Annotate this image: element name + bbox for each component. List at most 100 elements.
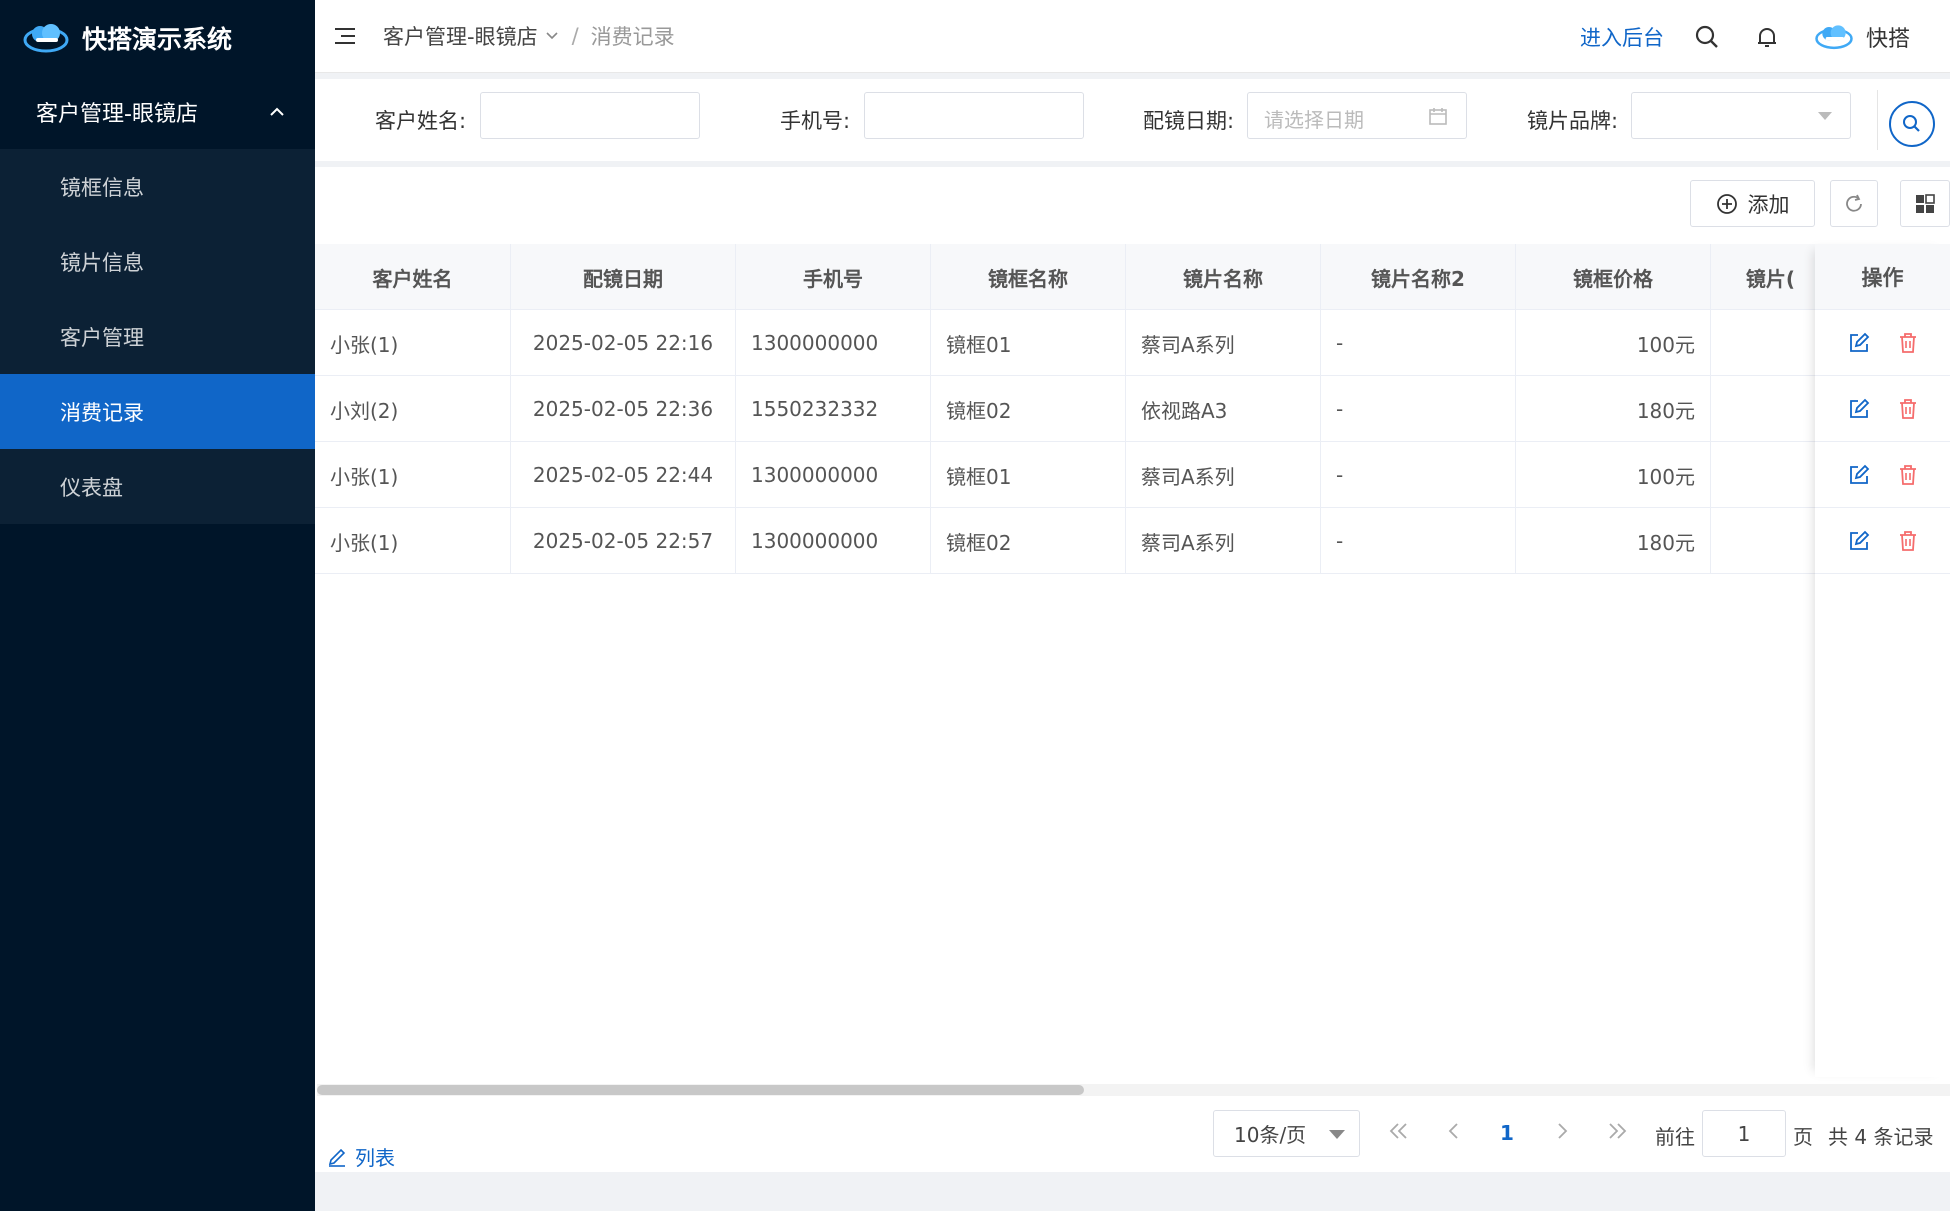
current-page[interactable]: 1 (1500, 1121, 1514, 1145)
column-settings-button[interactable] (1900, 180, 1950, 227)
user-menu[interactable]: 快搭 (1814, 21, 1910, 53)
edit-icon[interactable] (1848, 398, 1870, 420)
prev-page-icon[interactable] (1446, 1121, 1462, 1141)
filter-divider (1877, 90, 1878, 150)
page-size-value: 10条/页 (1234, 1123, 1307, 1147)
breadcrumb: 客户管理-眼镜店 / 消费记录 (383, 21, 675, 51)
sidebar-item-label: 镜片信息 (60, 250, 144, 275)
delete-icon[interactable] (1898, 398, 1918, 420)
grid-icon (1916, 193, 1935, 213)
avatar (1815, 24, 1853, 49)
cell-frame: 镜框02 (931, 376, 1126, 442)
table-row[interactable]: 小张(1) 2025-02-05 22:57 1300000000 镜框02 蔡… (315, 508, 1831, 574)
enter-admin-link[interactable]: 进入后台 (1580, 22, 1664, 52)
pencil-icon (328, 1148, 346, 1167)
column-header: 镜框价格 (1516, 244, 1711, 310)
cell-name: 小张(1) (315, 442, 511, 508)
cell-lens2: - (1321, 310, 1516, 376)
menu-group-label: 客户管理-眼镜店 (36, 102, 198, 127)
breadcrumb-item-glasses-store[interactable]: 客户管理-眼镜店 (383, 21, 538, 51)
sidebar-item-label: 客户管理 (60, 325, 144, 350)
phone-input[interactable] (864, 92, 1084, 139)
delete-icon[interactable] (1898, 332, 1918, 354)
pagination: 10条/页 1 前往 1 页 共 4 条记录 (315, 1107, 1950, 1167)
app-title: 快搭演示系统 (82, 24, 233, 54)
table-header: 客户姓名 配镜日期 手机号 镜框名称 镜片名称 镜片名称2 镜框价格 镜片( (315, 244, 1831, 310)
table-row[interactable]: 小张(1) 2025-02-05 22:16 1300000000 镜框01 蔡… (315, 310, 1831, 376)
search-icon[interactable] (1694, 24, 1720, 50)
table-row[interactable]: 小张(1) 2025-02-05 22:44 1300000000 镜框01 蔡… (315, 442, 1831, 508)
cell-name: 小张(1) (315, 508, 511, 574)
refresh-button[interactable] (1830, 180, 1878, 227)
scrollbar-thumb[interactable] (317, 1085, 1084, 1095)
cloud-logo-icon (23, 23, 69, 52)
table-panel: 添加 客户姓名 配镜日期 手机号 镜框名称 镜片名称 镜片名称2 镜框价格 镜片… (315, 167, 1950, 1172)
row-actions (1815, 310, 1950, 376)
goto-page-input[interactable]: 1 (1702, 1110, 1786, 1157)
column-header: 镜框名称 (931, 244, 1126, 310)
sidebar-item-label: 镜框信息 (60, 175, 144, 200)
cell-more (1711, 310, 1831, 376)
phone-label: 手机号: (780, 109, 851, 133)
sidebar-item-customers[interactable]: 客户管理 (0, 299, 315, 374)
cell-frame: 镜框01 (931, 442, 1126, 508)
cell-lens2: - (1321, 508, 1516, 574)
search-icon (1903, 115, 1920, 132)
search-button[interactable] (1889, 101, 1935, 147)
column-header: 镜片名称2 (1321, 244, 1516, 310)
chevron-up-icon (270, 107, 284, 116)
cell-name: 小刘(2) (315, 376, 511, 442)
list-link[interactable]: 列表 (327, 1142, 395, 1171)
cell-lens: 蔡司A系列 (1126, 442, 1321, 508)
horizontal-scrollbar[interactable] (317, 1084, 1950, 1096)
cell-more (1711, 376, 1831, 442)
date-picker[interactable]: 请选择日期 (1247, 92, 1467, 139)
chevron-down-icon[interactable] (544, 31, 560, 41)
customer-name-label: 客户姓名: (375, 109, 467, 133)
cell-phone: 1300000000 (736, 442, 931, 508)
last-page-icon[interactable] (1605, 1121, 1629, 1141)
table-row[interactable]: 小刘(2) 2025-02-05 22:36 1550232332 镜框02 依… (315, 376, 1831, 442)
filter-bar: 客户姓名: 手机号: 配镜日期: 请选择日期 镜片品牌: (315, 79, 1950, 161)
edit-icon[interactable] (1848, 530, 1870, 552)
sidebar-item-dashboard[interactable]: 仪表盘 (0, 449, 315, 524)
cell-lens: 蔡司A系列 (1126, 310, 1321, 376)
main-area: 客户管理-眼镜店 / 消费记录 进入后台 快搭 客户姓名: 手机号: 配镜日期:… (315, 0, 1950, 1211)
cell-date: 2025-02-05 22:36 (511, 376, 736, 442)
edit-icon[interactable] (1848, 464, 1870, 486)
operations-column: 操作 (1815, 244, 1950, 1077)
breadcrumb-separator: / (571, 24, 579, 48)
bell-icon[interactable] (1754, 24, 1780, 50)
menu-collapse-icon[interactable] (331, 26, 355, 46)
brand-select[interactable] (1631, 92, 1851, 139)
user-name: 快搭 (1865, 26, 1910, 52)
cell-more (1711, 508, 1831, 574)
edit-icon[interactable] (1848, 332, 1870, 354)
date-placeholder: 请选择日期 (1264, 108, 1364, 132)
first-page-icon[interactable] (1387, 1121, 1411, 1141)
cell-frame: 镜框01 (931, 310, 1126, 376)
logo: 快搭演示系统 (0, 0, 315, 75)
add-button[interactable]: 添加 (1690, 180, 1815, 227)
delete-icon[interactable] (1898, 530, 1918, 552)
goto-label: 前往 (1655, 1125, 1695, 1149)
refresh-icon (1846, 194, 1862, 212)
date-label: 配镜日期: (1143, 109, 1235, 133)
column-header: 镜片( (1711, 244, 1831, 310)
customer-name-input[interactable] (480, 92, 700, 139)
cell-phone: 1300000000 (736, 508, 931, 574)
next-page-icon[interactable] (1554, 1121, 1570, 1141)
delete-icon[interactable] (1898, 464, 1918, 486)
plus-circle-icon (1716, 193, 1737, 214)
column-header-operations: 操作 (1815, 244, 1950, 310)
page-size-select[interactable]: 10条/页 (1213, 1110, 1360, 1157)
cell-price: 180元 (1516, 376, 1711, 442)
column-header: 镜片名称 (1126, 244, 1321, 310)
sidebar-item-lenses[interactable]: 镜片信息 (0, 224, 315, 299)
breadcrumb-item-current: 消费记录 (590, 25, 675, 49)
menu-group-glasses-store[interactable]: 客户管理-眼镜店 (0, 75, 315, 149)
column-header: 手机号 (736, 244, 931, 310)
sidebar-item-consumption-records[interactable]: 消费记录 (0, 374, 315, 449)
sidebar-item-frames[interactable]: 镜框信息 (0, 149, 315, 224)
column-header: 配镜日期 (511, 244, 736, 310)
